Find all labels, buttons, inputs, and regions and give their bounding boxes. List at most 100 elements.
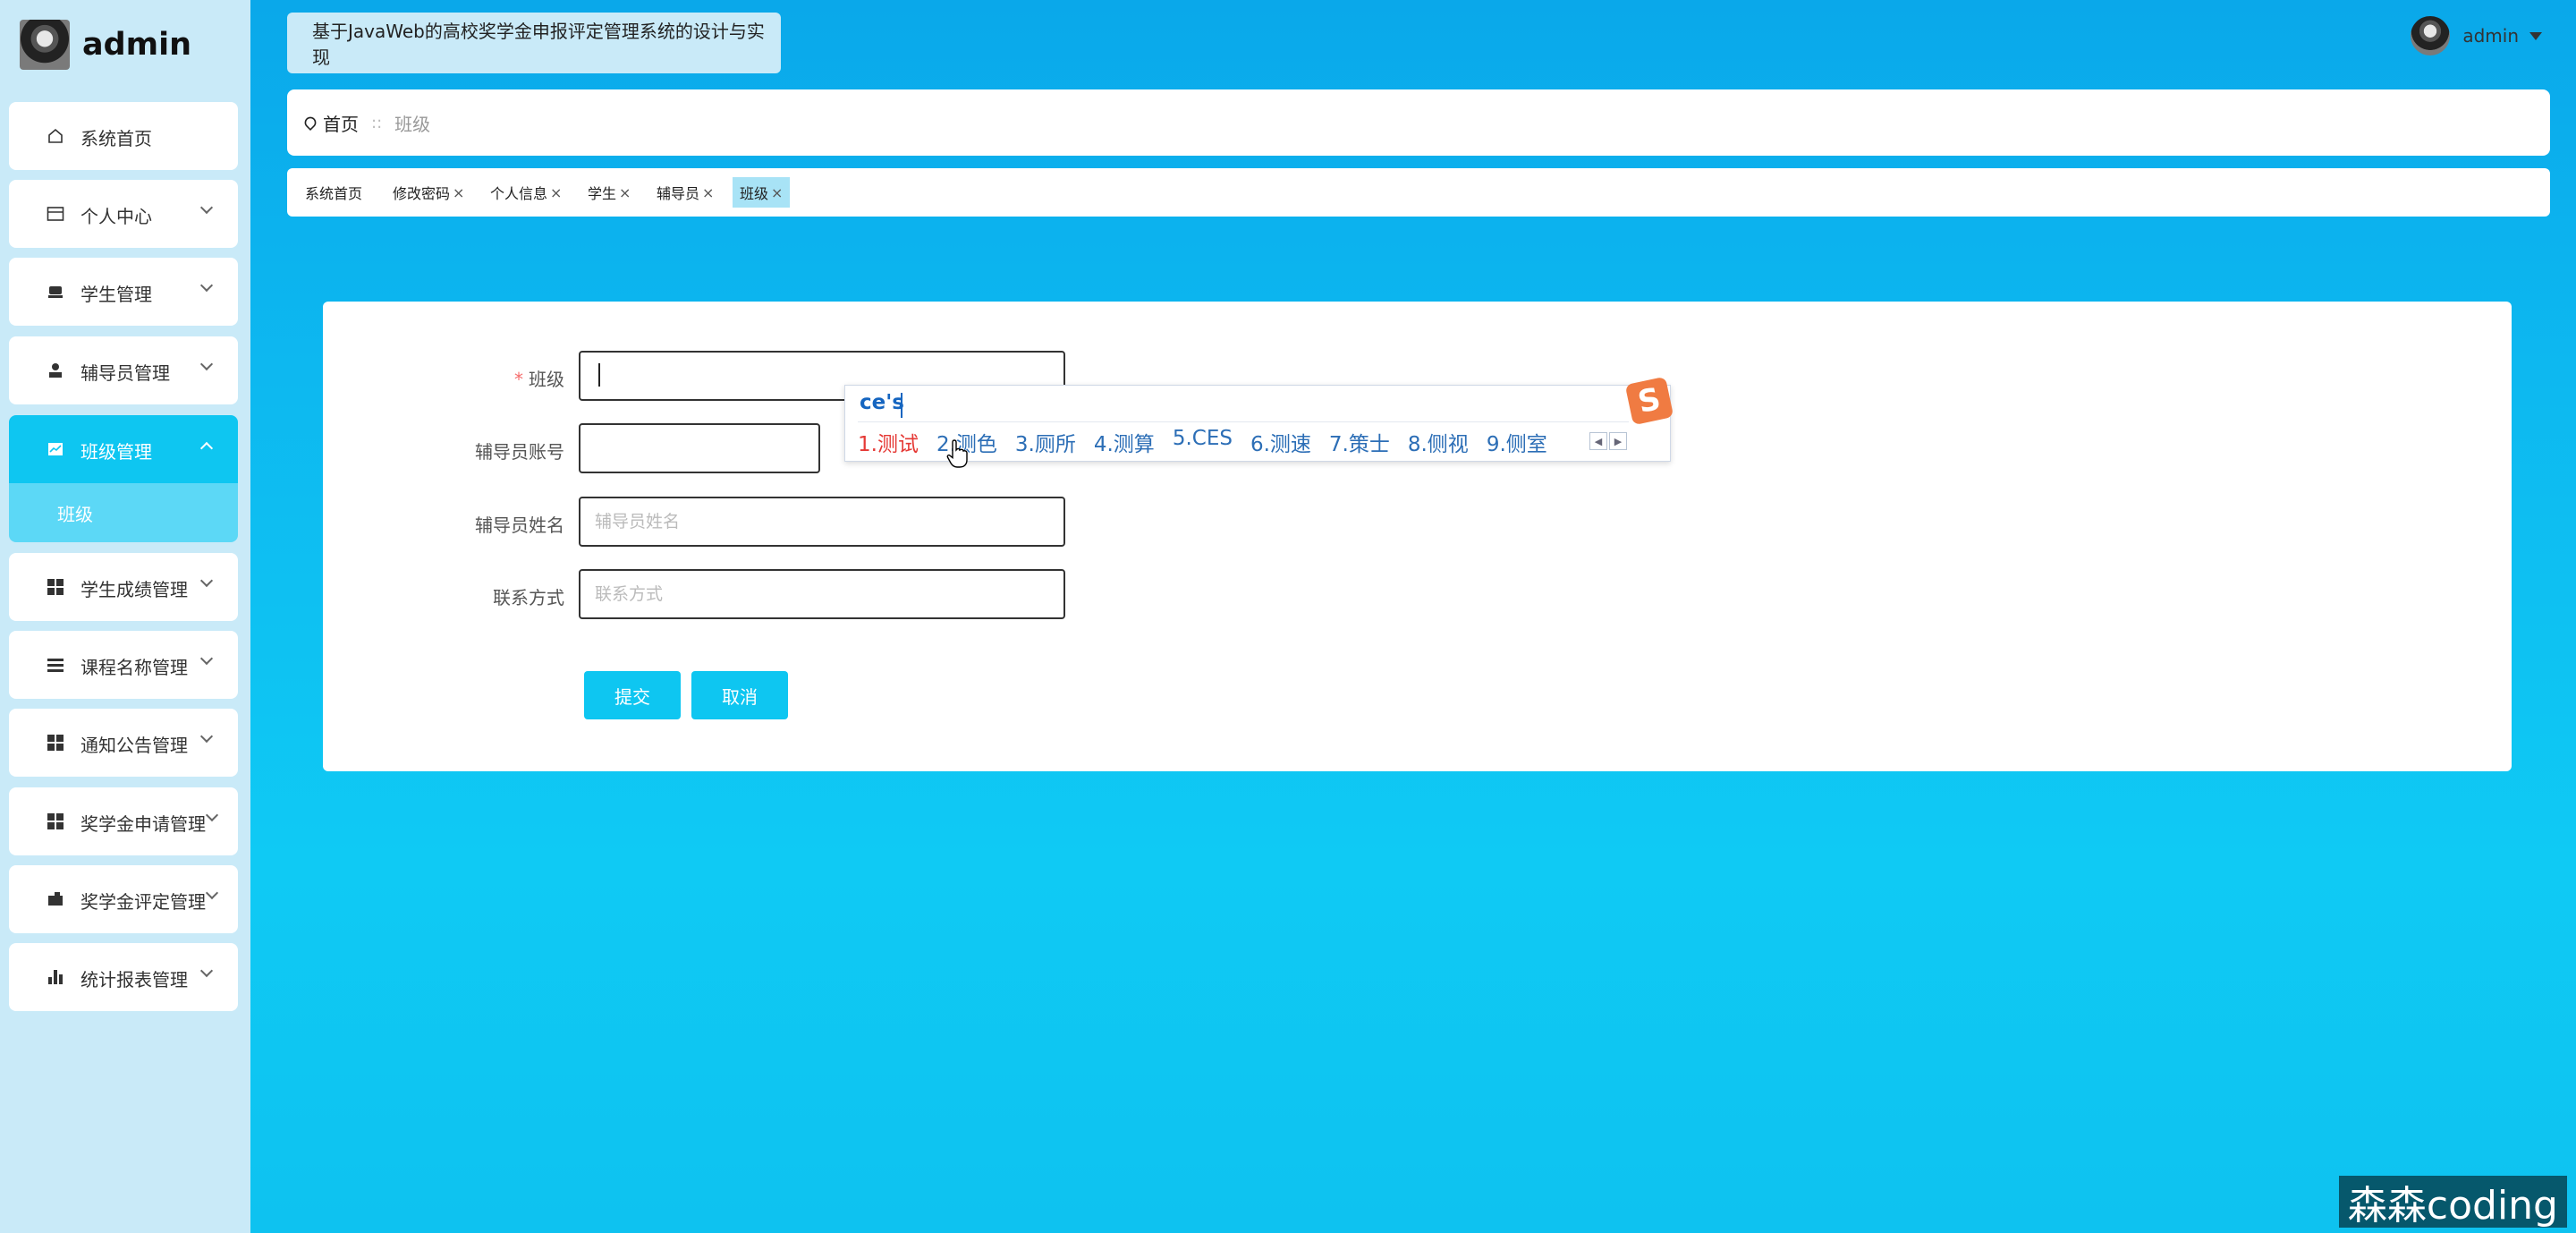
- ime-composition: ce's: [860, 391, 904, 414]
- ime-candidate[interactable]: 8.侧视: [1408, 427, 1469, 457]
- sidebar-item-notice-management[interactable]: 通知公告管理: [9, 709, 238, 777]
- sidebar-item-label: 系统首页: [80, 128, 152, 149]
- contact-label: 联系方式: [493, 587, 564, 608]
- tab-change-password[interactable]: 修改密码 ×: [386, 177, 471, 208]
- cancel-button[interactable]: 取消: [691, 671, 788, 719]
- sidebar-item-label: 班级管理: [80, 441, 152, 463]
- grid-icon: [47, 734, 64, 752]
- chevron-down-icon: [205, 808, 219, 822]
- sogou-logo-icon: S: [1624, 376, 1674, 426]
- contact-input[interactable]: [579, 569, 1065, 619]
- breadcrumb-current: 班级: [394, 113, 431, 135]
- class-form: * 班级 辅导员账号 辅导员姓名 联系方式 提交 取消: [323, 302, 2512, 771]
- breadcrumb: 首页 :: 班级: [287, 89, 2550, 156]
- student-icon: [47, 283, 64, 301]
- ime-divider: [858, 421, 1629, 422]
- card-icon: [47, 205, 64, 223]
- brand-title: admin: [82, 27, 192, 63]
- watermark: 森森coding: [2338, 1176, 2567, 1229]
- heart-icon: [301, 114, 319, 132]
- chevron-down-icon: [199, 357, 214, 371]
- sidebar-item-home[interactable]: 系统首页: [9, 102, 238, 170]
- chevron-down-icon: [199, 278, 214, 293]
- ime-next-page-icon[interactable]: ▶: [1609, 432, 1627, 450]
- user-menu[interactable]: admin: [2411, 16, 2542, 55]
- sidebar-item-label: 奖学金申请管理: [80, 813, 206, 835]
- user-icon: [47, 361, 64, 379]
- sidebar-item-scholarship-application[interactable]: 奖学金申请管理: [9, 787, 238, 855]
- tab-student[interactable]: 学生 ×: [580, 177, 638, 208]
- sidebar-item-label: 奖学金评定管理: [80, 891, 206, 913]
- tags-bar: 系统首页 修改密码 × 个人信息 × 学生 × 辅导员 × 班级 ×: [287, 168, 2550, 217]
- chevron-down-icon: [205, 886, 219, 900]
- main-area: 基于JavaWeb的高校奖学金申报评定管理系统的设计与实现 admin 首页 :…: [250, 0, 2576, 1233]
- bar-chart-icon: [47, 968, 64, 986]
- counselor-name-input[interactable]: [579, 497, 1065, 547]
- counselor-account-label: 辅导员账号: [475, 441, 564, 463]
- ime-prev-page-icon[interactable]: ◀: [1589, 432, 1607, 450]
- class-label: * 班级: [323, 365, 564, 391]
- required-mark: *: [514, 369, 523, 390]
- sidebar-item-label: 课程名称管理: [80, 657, 188, 678]
- close-icon[interactable]: ×: [771, 184, 783, 201]
- chevron-up-icon: [199, 441, 214, 455]
- ime-candidate[interactable]: 1.测试: [858, 427, 919, 457]
- tab-class[interactable]: 班级 ×: [733, 177, 791, 208]
- close-icon[interactable]: ×: [619, 184, 631, 201]
- breadcrumb-separator: ::: [371, 113, 383, 132]
- tab-personal-info[interactable]: 个人信息 ×: [483, 177, 569, 208]
- ime-candidate[interactable]: 6.测速: [1250, 427, 1311, 457]
- sidebar-item-class-management[interactable]: 班级管理: [9, 415, 238, 483]
- brand: admin: [20, 20, 191, 70]
- sidebar-item-label: 个人中心: [80, 206, 152, 227]
- sidebar-item-course-management[interactable]: 课程名称管理: [9, 631, 238, 699]
- ime-candidate[interactable]: 5.CES: [1173, 427, 1233, 457]
- sidebar: admin 系统首页 个人中心 学生管理 辅导员管理 班级管理 班级 学生成绩管…: [0, 0, 250, 1233]
- sidebar-item-counselor-management[interactable]: 辅导员管理: [9, 336, 238, 404]
- tab-system-home[interactable]: 系统首页: [298, 177, 369, 208]
- home-icon: [47, 127, 64, 145]
- breadcrumb-home[interactable]: 首页: [323, 110, 359, 136]
- hand-cursor-icon: [946, 439, 968, 468]
- chevron-down-icon: [199, 651, 214, 666]
- admin-avatar: [20, 20, 70, 70]
- sidebar-item-scholarship-evaluation[interactable]: 奖学金评定管理: [9, 865, 238, 933]
- sidebar-item-statistics[interactable]: 统计报表管理: [9, 943, 238, 1011]
- sidebar-item-label: 统计报表管理: [80, 969, 188, 991]
- counselor-name-label: 辅导员姓名: [475, 514, 564, 536]
- sidebar-item-score-management[interactable]: 学生成绩管理: [9, 553, 238, 621]
- chevron-down-icon: [199, 574, 214, 588]
- tab-label: 班级: [740, 185, 769, 202]
- sidebar-item-student-management[interactable]: 学生管理: [9, 258, 238, 326]
- sidebar-item-personal-center[interactable]: 个人中心: [9, 180, 238, 248]
- user-avatar: [2411, 16, 2451, 55]
- chart-icon: [47, 440, 64, 458]
- counselor-account-select[interactable]: [579, 423, 820, 473]
- username: admin: [2462, 25, 2519, 47]
- ime-candidate[interactable]: 3.厕所: [1015, 427, 1076, 457]
- submit-button[interactable]: 提交: [584, 671, 681, 719]
- tab-label: 系统首页: [305, 185, 363, 202]
- tab-label: 辅导员: [657, 185, 700, 202]
- grid-icon: [47, 578, 64, 596]
- wallet-icon: [47, 890, 64, 908]
- text-caret: [598, 363, 600, 387]
- tab-counselor[interactable]: 辅导员 ×: [649, 177, 721, 208]
- caret-down-icon: [2529, 31, 2542, 40]
- close-icon[interactable]: ×: [453, 184, 464, 201]
- ime-candidate[interactable]: 4.测算: [1094, 427, 1155, 457]
- sidebar-subitem-class[interactable]: 班级: [9, 483, 238, 542]
- ime-pager: ◀ ▶: [1589, 432, 1627, 450]
- close-icon[interactable]: ×: [702, 184, 714, 201]
- tab-label: 个人信息: [490, 185, 548, 202]
- list-icon: [47, 656, 64, 674]
- ime-candidate[interactable]: 9.侧室: [1487, 427, 1547, 457]
- sidebar-item-label: 学生成绩管理: [80, 579, 188, 600]
- chevron-down-icon: [199, 729, 214, 744]
- ime-candidate[interactable]: 7.策士: [1329, 427, 1390, 457]
- sidebar-item-label: 通知公告管理: [80, 735, 188, 756]
- chevron-down-icon: [199, 200, 214, 215]
- close-icon[interactable]: ×: [550, 184, 562, 201]
- grid-icon: [47, 812, 64, 830]
- tab-label: 学生: [588, 185, 617, 202]
